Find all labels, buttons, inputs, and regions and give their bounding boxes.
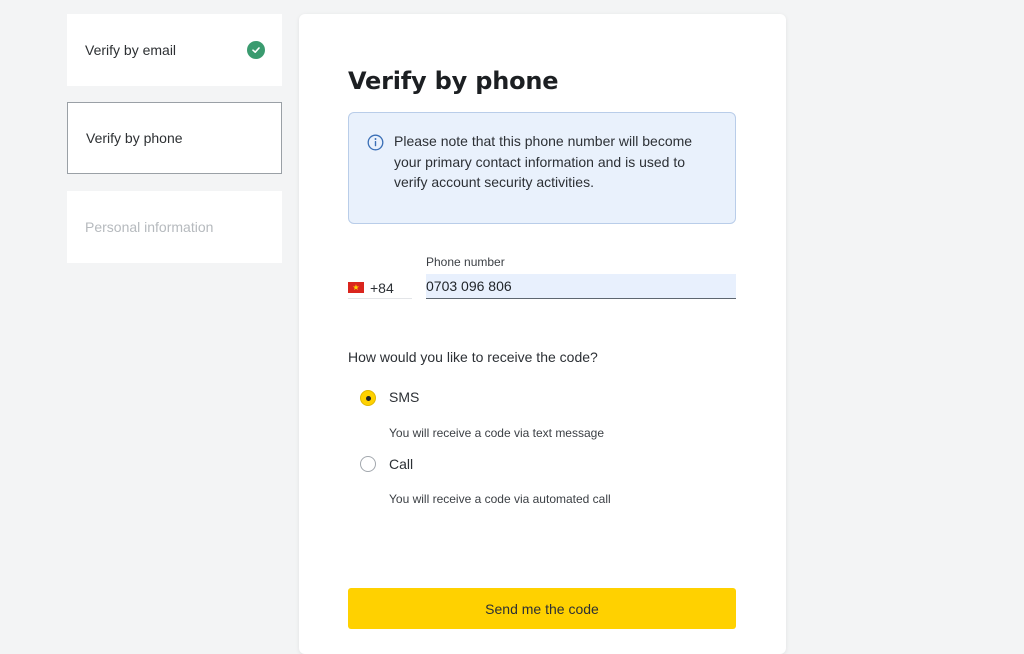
step-label: Personal information <box>85 219 214 235</box>
check-circle-icon <box>247 41 265 59</box>
send-code-button[interactable]: Send me the code <box>348 588 736 629</box>
step-label: Verify by phone <box>86 130 183 146</box>
step-label: Verify by email <box>85 42 177 58</box>
sms-radio[interactable] <box>360 390 376 406</box>
sms-option-description: You will receive a code via text message <box>389 426 605 440</box>
sms-option-label[interactable]: SMS <box>389 389 419 405</box>
vietnam-flag-icon: ★ <box>348 282 364 293</box>
verify-phone-card: Verify by phone Please note that this ph… <box>299 14 786 654</box>
step-verify-by-email[interactable]: Verify by email <box>67 14 282 86</box>
info-notice: Please note that this phone number will … <box>348 112 736 224</box>
phone-number-input[interactable] <box>426 274 736 299</box>
notice-text: Please note that this phone number will … <box>394 133 693 190</box>
country-code-selector[interactable]: ★ +84 <box>348 277 412 299</box>
phone-number-label: Phone number <box>426 255 505 269</box>
receive-code-question: How would you like to receive the code? <box>348 349 598 365</box>
info-icon <box>367 134 384 151</box>
step-verify-by-phone[interactable]: Verify by phone <box>67 102 282 174</box>
page-title: Verify by phone <box>348 67 559 95</box>
step-personal-information: Personal information <box>67 191 282 263</box>
call-option-label[interactable]: Call <box>389 456 413 472</box>
call-option-description: You will receive a code via automated ca… <box>389 492 611 506</box>
call-radio[interactable] <box>360 456 376 472</box>
country-code: +84 <box>370 279 394 296</box>
